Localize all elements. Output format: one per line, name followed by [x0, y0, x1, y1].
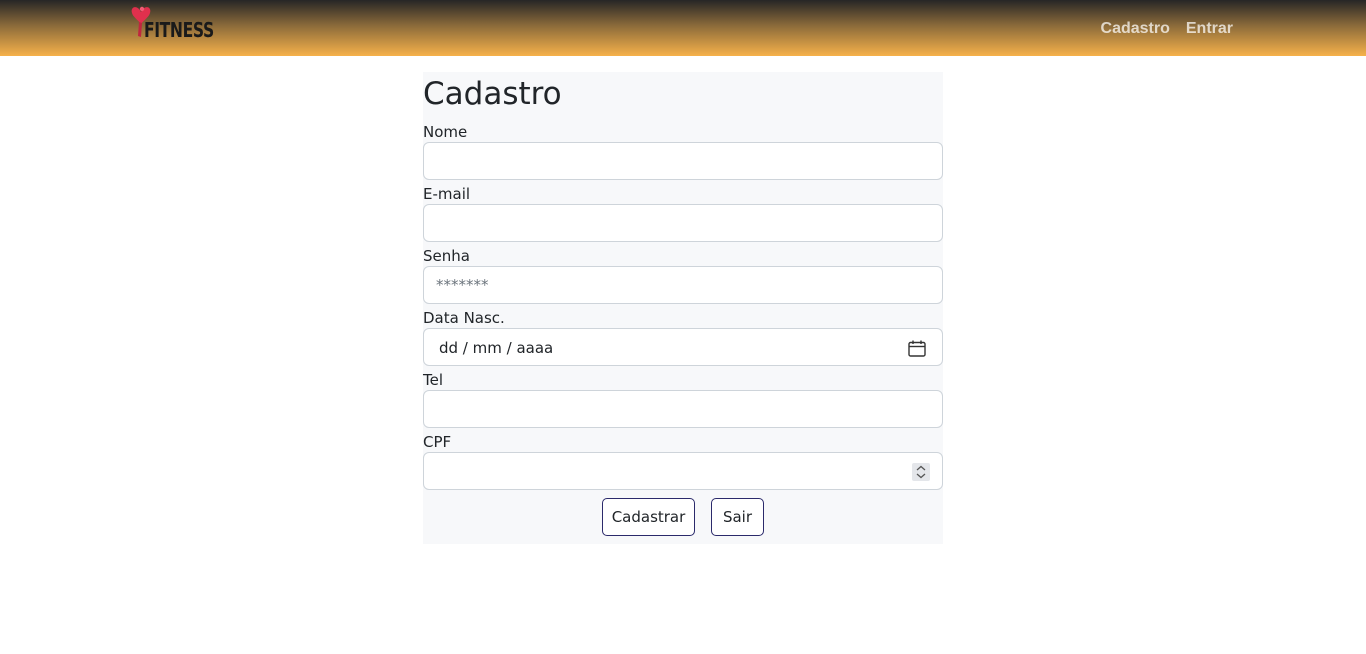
email-input[interactable] — [423, 204, 943, 242]
nome-label: Nome — [423, 123, 468, 141]
sair-button[interactable]: Sair — [711, 498, 764, 536]
calendar-icon[interactable] — [908, 340, 926, 357]
fitness-logo[interactable]: FITNESS — [130, 4, 214, 42]
nav-links: Cadastro Entrar — [1101, 20, 1233, 38]
top-navbar: FITNESS Cadastro Entrar — [0, 0, 1366, 56]
date-placeholder: dd / mm / aaaa — [439, 339, 554, 357]
cadastrar-button[interactable]: Cadastrar — [602, 498, 695, 536]
senha-placeholder: ******* — [436, 276, 489, 294]
number-spinner-icon[interactable] — [912, 463, 930, 481]
data-nasc-label: Data Nasc. — [423, 309, 505, 327]
cpf-input[interactable] — [423, 452, 943, 490]
senha-label: Senha — [423, 247, 470, 265]
tel-input[interactable] — [423, 390, 943, 428]
tel-label: Tel — [423, 371, 444, 389]
nome-input[interactable] — [423, 142, 943, 180]
cpf-label: CPF — [423, 433, 452, 451]
data-nasc-input[interactable]: dd / mm / aaaa — [423, 328, 943, 366]
email-label: E-mail — [423, 185, 471, 203]
nav-link-entrar[interactable]: Entrar — [1186, 20, 1233, 38]
signup-form: Cadastro Nome E-mail Senha ******* Data … — [423, 72, 943, 544]
senha-input[interactable]: ******* — [423, 266, 943, 304]
nav-link-cadastro[interactable]: Cadastro — [1101, 20, 1170, 38]
page-title: Cadastro — [423, 76, 562, 112]
brand-text: FITNESS — [144, 18, 214, 42]
